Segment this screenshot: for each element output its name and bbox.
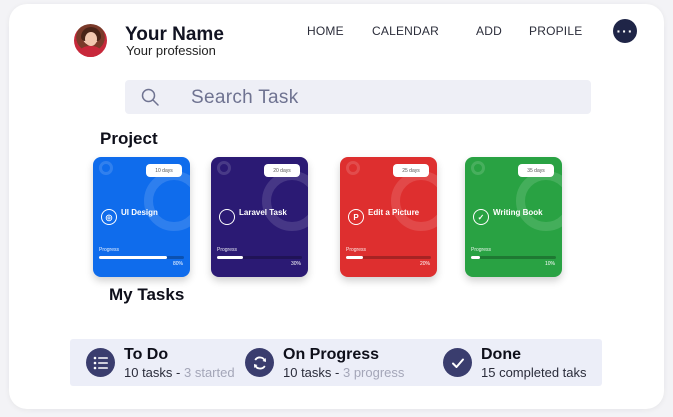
nav-home[interactable]: HOME [307, 24, 344, 38]
progress-fill [217, 256, 243, 259]
on-progress-subtitle: 10 tasks - 3 progress [283, 365, 405, 380]
project-name: Laravel Task [239, 208, 287, 217]
progress-bar [99, 256, 184, 259]
todo-subtitle: 10 tasks - 3 started [124, 365, 235, 380]
decorative-circle [262, 171, 308, 231]
project-card[interactable]: 25 days P Edit a Picture Progress 20% [340, 157, 437, 277]
decorative-circle [516, 171, 562, 231]
list-icon [86, 348, 115, 377]
progress-percent: 80% [172, 261, 183, 267]
todo-title: To Do [124, 346, 169, 363]
project-name: UI Design [121, 208, 158, 217]
search-input[interactable]: Search Task [191, 87, 299, 109]
progress-percent: 10% [544, 261, 555, 267]
decorative-circle [391, 171, 437, 231]
decorative-circle [346, 161, 360, 175]
progress-label: Progress [99, 247, 120, 253]
project-days-badge: 25 days [393, 164, 429, 177]
my-tasks-heading: My Tasks [109, 285, 185, 304]
project-card[interactable]: 20 days Laravel Task Progress 30% [211, 157, 308, 277]
done-title: Done [481, 346, 521, 363]
task-todo[interactable]: To Do 10 tasks - 3 started [86, 345, 246, 381]
progress-percent: 20% [419, 261, 430, 267]
decorative-circle [99, 161, 113, 175]
code-icon [219, 209, 235, 225]
progress-fill [346, 256, 363, 259]
progress-fill [99, 256, 167, 259]
decorative-circle [144, 171, 190, 231]
ui-design-icon: ◎ [101, 209, 117, 225]
task-done[interactable]: Done 15 completed taks [443, 345, 593, 381]
nav-profile[interactable]: PROPILE [529, 24, 582, 38]
search-icon [141, 88, 159, 106]
decorative-circle [471, 161, 485, 175]
project-days-badge: 35 days [518, 164, 554, 177]
progress-bar [471, 256, 556, 259]
refresh-icon [245, 348, 274, 377]
progress-label: Progress [346, 247, 367, 253]
on-progress-title: On Progress [283, 346, 380, 363]
project-days-badge: 20 days [264, 164, 300, 177]
progress-label: Progress [471, 247, 492, 253]
project-days-badge: 10 days [146, 164, 182, 177]
more-options-button[interactable]: ··· [613, 19, 637, 43]
pinterest-icon: P [348, 209, 364, 225]
project-card[interactable]: 35 days ✓ Writing Book Progress 10% [465, 157, 562, 277]
project-name: Writing Book [493, 208, 543, 217]
project-heading: Project [100, 129, 158, 148]
progress-bar [346, 256, 431, 259]
nav-add[interactable]: ADD [476, 24, 502, 38]
task-on-progress[interactable]: On Progress 10 tasks - 3 progress [245, 345, 425, 381]
progress-bar [217, 256, 302, 259]
ellipsis-icon: ··· [616, 23, 634, 39]
progress-percent: 30% [290, 261, 301, 267]
user-profession: Your profession [126, 43, 216, 58]
progress-fill [471, 256, 480, 259]
nav-calendar[interactable]: CALENDAR [372, 24, 439, 38]
progress-label: Progress [217, 247, 238, 253]
check-icon: ✓ [473, 209, 489, 225]
decorative-circle [217, 161, 231, 175]
tasks-summary: To Do 10 tasks - 3 started On Progress 1… [70, 339, 602, 386]
search-bar[interactable]: Search Task [125, 80, 591, 114]
avatar[interactable] [74, 24, 107, 57]
project-name: Edit a Picture [368, 208, 420, 217]
project-card[interactable]: 10 days ◎ UI Design Progress 80% [93, 157, 190, 277]
check-circle-icon [443, 348, 472, 377]
done-subtitle: 15 completed taks [481, 365, 587, 380]
